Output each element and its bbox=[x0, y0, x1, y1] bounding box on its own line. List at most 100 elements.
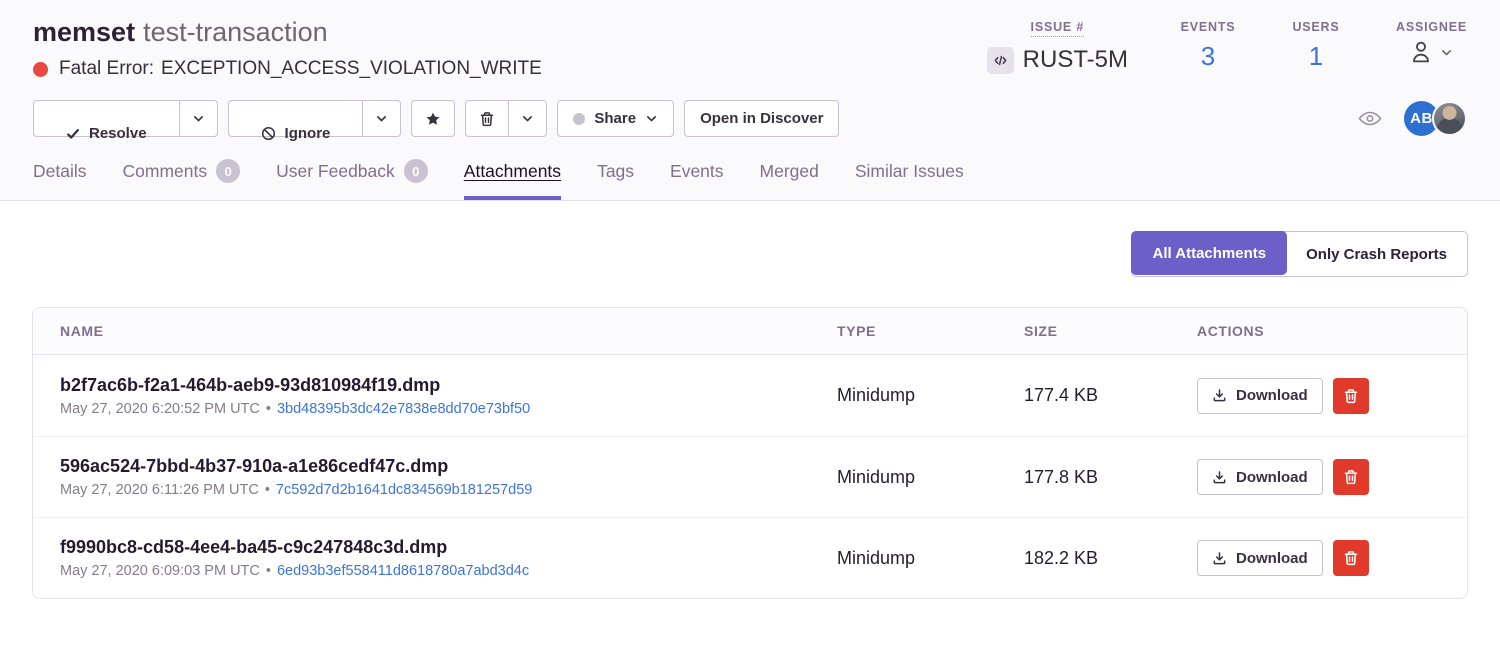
tab-comments[interactable]: Comments0 bbox=[123, 159, 241, 200]
attachment-type: Minidump bbox=[837, 385, 1024, 406]
table-header-row: NAME TYPE SIZE ACTIONS bbox=[33, 308, 1467, 355]
stat-assignee: ASSIGNEE bbox=[1396, 20, 1467, 64]
tab-label: Tags bbox=[597, 161, 634, 182]
filter-only-crash-reports-button[interactable]: Only Crash Reports bbox=[1286, 232, 1467, 276]
table-row: f9990bc8-cd58-4ee4-ba45-c9c247848c3d.dmp… bbox=[33, 517, 1467, 598]
attachment-type: Minidump bbox=[837, 548, 1024, 569]
tab-label: User Feedback bbox=[276, 161, 395, 182]
attachment-actions: Download bbox=[1197, 378, 1467, 414]
download-button[interactable]: Download bbox=[1197, 540, 1323, 576]
code-icon bbox=[987, 47, 1014, 74]
issue-number-value[interactable]: RUST-5M bbox=[987, 46, 1128, 74]
column-header-name: NAME bbox=[33, 323, 837, 339]
delete-attachment-button[interactable] bbox=[1333, 540, 1369, 576]
tab-tags[interactable]: Tags bbox=[597, 159, 634, 200]
bookmark-star-button[interactable] bbox=[411, 100, 455, 137]
check-icon bbox=[66, 127, 80, 141]
tab-similar-issues[interactable]: Similar Issues bbox=[855, 159, 964, 200]
bookmark-button-group bbox=[411, 100, 455, 137]
download-label: Download bbox=[1236, 469, 1308, 486]
attachment-actions: Download bbox=[1197, 540, 1467, 576]
event-id-link[interactable]: 3bd48395b3dc42e7838e8dd70e73bf50 bbox=[277, 401, 530, 417]
share-status-dot bbox=[573, 113, 585, 125]
mute-icon bbox=[261, 126, 276, 141]
filter-all-attachments-button[interactable]: All Attachments bbox=[1131, 231, 1287, 275]
avatar-photo[interactable] bbox=[1432, 101, 1467, 136]
stat-events: EVENTS 3 bbox=[1180, 20, 1236, 69]
attachment-size: 177.4 KB bbox=[1024, 385, 1197, 406]
download-button[interactable]: Download bbox=[1197, 378, 1323, 414]
issue-toolbar: Resolve Ignore bbox=[33, 100, 1467, 137]
error-line: Fatal Error: EXCEPTION_ACCESS_VIOLATION_… bbox=[33, 58, 542, 80]
tab-user-feedback[interactable]: User Feedback 0 bbox=[276, 159, 428, 200]
open-in-discover-button[interactable]: Open in Discover bbox=[684, 100, 839, 137]
ignore-label: Ignore bbox=[285, 125, 331, 142]
delete-issue-button[interactable] bbox=[465, 100, 509, 137]
error-level-label: Fatal Error: bbox=[59, 58, 154, 80]
attachment-name-cell: 596ac524-7bbd-4b37-910a-a1e86cedf47c.dmp… bbox=[33, 456, 837, 498]
tab-label: Attachments bbox=[464, 161, 561, 182]
delete-dropdown-button[interactable] bbox=[509, 100, 547, 137]
meta-separator: • bbox=[265, 482, 270, 498]
error-level-dot bbox=[33, 62, 48, 77]
delete-attachment-button[interactable] bbox=[1333, 459, 1369, 495]
attachments-filter-row: All Attachments Only Crash Reports bbox=[32, 231, 1468, 277]
issue-tabs: Details Comments0 User Feedback 0 Attachm… bbox=[33, 159, 1467, 200]
project-name: memset bbox=[33, 17, 135, 47]
download-button[interactable]: Download bbox=[1197, 459, 1323, 495]
ignore-button[interactable]: Ignore bbox=[228, 100, 364, 137]
download-icon bbox=[1212, 388, 1227, 403]
share-button-group: Share bbox=[557, 100, 674, 137]
issue-header: memset test-transaction Fatal Error: EXCE… bbox=[0, 0, 1500, 201]
attachment-date: May 27, 2020 6:09:03 PM UTC bbox=[60, 563, 260, 579]
attachment-type: Minidump bbox=[837, 467, 1024, 488]
share-button[interactable]: Share bbox=[557, 100, 674, 137]
attachment-filename: f9990bc8-cd58-4ee4-ba45-c9c247848c3d.dmp bbox=[60, 537, 837, 558]
attachment-date: May 27, 2020 6:11:26 PM UTC bbox=[60, 482, 259, 498]
chevron-down-icon bbox=[375, 112, 388, 125]
meta-separator: • bbox=[266, 563, 271, 579]
issue-page: memset test-transaction Fatal Error: EXCE… bbox=[0, 0, 1500, 652]
attachment-name-cell: f9990bc8-cd58-4ee4-ba45-c9c247848c3d.dmp… bbox=[33, 537, 837, 579]
table-row: 596ac524-7bbd-4b37-910a-a1e86cedf47c.dmp… bbox=[33, 436, 1467, 517]
transaction-name: test-transaction bbox=[143, 17, 328, 47]
stat-issue-number: ISSUE # RUST-5M bbox=[987, 20, 1128, 74]
column-header-size: SIZE bbox=[1024, 323, 1197, 339]
users-count[interactable]: 1 bbox=[1309, 43, 1323, 69]
tab-badge: 0 bbox=[404, 159, 428, 183]
issue-stats: ISSUE # RUST-5M EVENTS 3 USERS 1 bbox=[987, 16, 1467, 74]
tab-badge: 0 bbox=[216, 159, 240, 183]
meta-separator: • bbox=[266, 401, 271, 417]
attachments-filter-toggle: All Attachments Only Crash Reports bbox=[1131, 231, 1468, 277]
star-icon bbox=[425, 111, 441, 127]
events-count[interactable]: 3 bbox=[1201, 43, 1215, 69]
attachments-table: NAME TYPE SIZE ACTIONS b2f7ac6b-f2a1-464… bbox=[32, 307, 1468, 599]
delete-attachment-button[interactable] bbox=[1333, 378, 1369, 414]
event-id-link[interactable]: 7c592d7d2b1641dc834569b181257d59 bbox=[276, 482, 532, 498]
attachment-meta: May 27, 2020 6:20:52 PM UTC • 3bd48395b3… bbox=[60, 401, 837, 417]
tab-attachments[interactable]: Attachments bbox=[464, 159, 561, 200]
tab-events[interactable]: Events bbox=[670, 159, 724, 200]
error-message: EXCEPTION_ACCESS_VIOLATION_WRITE bbox=[161, 58, 542, 80]
open-in-discover-label: Open in Discover bbox=[700, 110, 823, 127]
eye-icon[interactable] bbox=[1358, 110, 1382, 127]
issue-short-id: RUST-5M bbox=[1023, 46, 1128, 74]
resolve-button[interactable]: Resolve bbox=[33, 100, 180, 137]
attachment-meta: May 27, 2020 6:09:03 PM UTC • 6ed93b3ef5… bbox=[60, 563, 837, 579]
event-id-link[interactable]: 6ed93b3ef558411d8618780a7abd3d4c bbox=[277, 563, 529, 579]
assignee-dropdown[interactable] bbox=[1410, 40, 1453, 64]
attachment-name-cell: b2f7ac6b-f2a1-464b-aeb9-93d810984f19.dmp… bbox=[33, 375, 837, 417]
tab-merged[interactable]: Merged bbox=[760, 159, 819, 200]
attachment-filename: 596ac524-7bbd-4b37-910a-a1e86cedf47c.dmp bbox=[60, 456, 837, 477]
users-label: USERS bbox=[1292, 20, 1339, 34]
chevron-down-icon bbox=[1440, 46, 1453, 59]
resolve-dropdown-button[interactable] bbox=[180, 100, 218, 137]
download-label: Download bbox=[1236, 550, 1308, 567]
ignore-dropdown-button[interactable] bbox=[363, 100, 401, 137]
attachment-filename: b2f7ac6b-f2a1-464b-aeb9-93d810984f19.dmp bbox=[60, 375, 837, 396]
stat-users: USERS 1 bbox=[1288, 20, 1344, 69]
tab-details[interactable]: Details bbox=[33, 159, 87, 200]
trash-icon bbox=[1343, 388, 1359, 404]
share-label: Share bbox=[594, 110, 636, 127]
discover-button-group: Open in Discover bbox=[684, 100, 839, 137]
